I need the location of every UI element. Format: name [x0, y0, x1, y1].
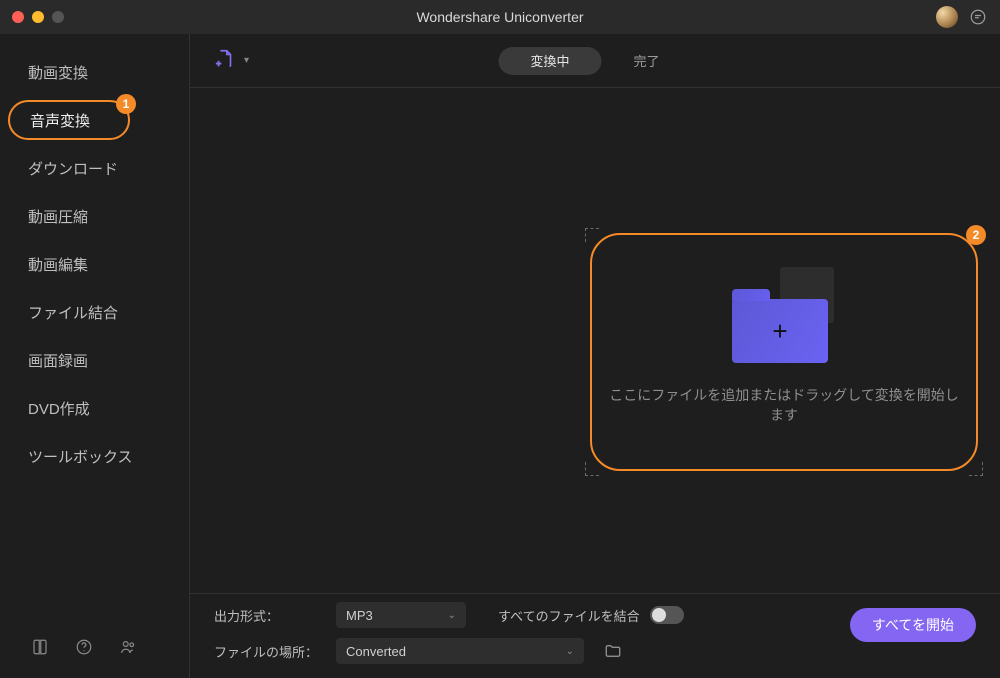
output-location-label: ファイルの場所： [214, 642, 324, 661]
bottom-bar: 出力形式： MP3 ⌄ すべてのファイルを結合 ファイルの場所： Convert… [190, 593, 1000, 678]
sidebar-item-dvd-create[interactable]: DVD作成 [0, 384, 189, 432]
select-value: MP3 [346, 608, 373, 623]
help-icon[interactable] [74, 637, 94, 657]
sidebar: 動画変換 音声変換 1 ダウンロード 動画圧縮 動画編集 [0, 34, 190, 678]
sidebar-item-label: 画面録画 [28, 350, 88, 371]
window-controls [12, 11, 64, 23]
merge-all-label: すべてのファイルを結合 [498, 606, 640, 625]
plus-icon: + [772, 316, 787, 347]
add-file-icon [214, 48, 236, 73]
titlebar: Wondershare Uniconverter [0, 0, 1000, 34]
sidebar-item-label: ツールボックス [28, 446, 133, 467]
sidebar-item-label: ダウンロード [28, 158, 118, 179]
select-value: Converted [346, 644, 406, 659]
sidebar-active-highlight: 音声変換 1 [8, 100, 130, 140]
sidebar-item-toolbox[interactable]: ツールボックス [0, 432, 189, 480]
tab-converting[interactable]: 変換中 [498, 47, 601, 75]
sidebar-item-label: 動画編集 [28, 254, 88, 275]
window-close-button[interactable] [12, 11, 24, 23]
sidebar-item-label: 動画変換 [28, 62, 88, 83]
start-all-button[interactable]: すべてを開始 [850, 608, 976, 642]
output-format-label: 出力形式： [214, 606, 324, 625]
callout-badge-2: 2 [966, 225, 986, 245]
folder-stack-icon: + [724, 279, 844, 363]
sidebar-item-label: 音声変換 [30, 110, 90, 131]
app-window: Wondershare Uniconverter 動画変換 音声変換 1 [0, 0, 1000, 678]
sidebar-item-file-merge[interactable]: ファイル結合 [0, 288, 189, 336]
tab-label: 変換中 [530, 51, 569, 70]
window-minimize-button[interactable] [32, 11, 44, 23]
output-location-select[interactable]: Converted ⌄ [336, 638, 584, 664]
sidebar-item-label: 動画圧縮 [28, 206, 88, 227]
status-tabs: 変換中 完了 [498, 47, 691, 75]
sidebar-item-audio-convert[interactable]: 音声変換 1 [0, 96, 189, 144]
sidebar-item-label: DVD作成 [28, 398, 90, 419]
main-panel: ▾ 変換中 完了 2 [190, 34, 1000, 678]
add-file-button[interactable]: ▾ [214, 48, 249, 73]
open-folder-button[interactable] [600, 638, 626, 664]
button-label: すべてを開始 [872, 615, 954, 635]
feedback-icon[interactable] [968, 7, 988, 27]
guide-icon[interactable] [30, 637, 50, 657]
drop-zone[interactable]: 2 + ここにファイルを追加またはドラッグして変換を開始します [590, 233, 978, 471]
chevron-down-icon: ⌄ [566, 646, 574, 657]
sidebar-item-video-compress[interactable]: 動画圧縮 [0, 192, 189, 240]
app-title: Wondershare Uniconverter [0, 9, 1000, 25]
sidebar-item-label: ファイル結合 [28, 302, 118, 323]
chevron-down-icon: ▾ [244, 55, 249, 66]
sidebar-item-video-edit[interactable]: 動画編集 [0, 240, 189, 288]
callout-badge-1: 1 [116, 94, 136, 114]
window-maximize-button[interactable] [52, 11, 64, 23]
drop-zone-text: ここにファイルを追加またはドラッグして変換を開始します [592, 385, 976, 425]
sidebar-item-screen-record[interactable]: 画面録画 [0, 336, 189, 384]
tab-label: 完了 [634, 51, 660, 70]
sidebar-item-download[interactable]: ダウンロード [0, 144, 189, 192]
toolbar: ▾ 変換中 完了 [190, 34, 1000, 88]
account-icon[interactable] [118, 637, 138, 657]
drop-canvas: 2 + ここにファイルを追加またはドラッグして変換を開始します [190, 88, 1000, 593]
user-avatar[interactable] [936, 6, 958, 28]
output-format-select[interactable]: MP3 ⌄ [336, 602, 466, 628]
sidebar-item-video-convert[interactable]: 動画変換 [0, 48, 189, 96]
chevron-down-icon: ⌄ [448, 610, 456, 621]
tab-done[interactable]: 完了 [602, 47, 692, 75]
merge-all-toggle[interactable] [650, 606, 684, 624]
